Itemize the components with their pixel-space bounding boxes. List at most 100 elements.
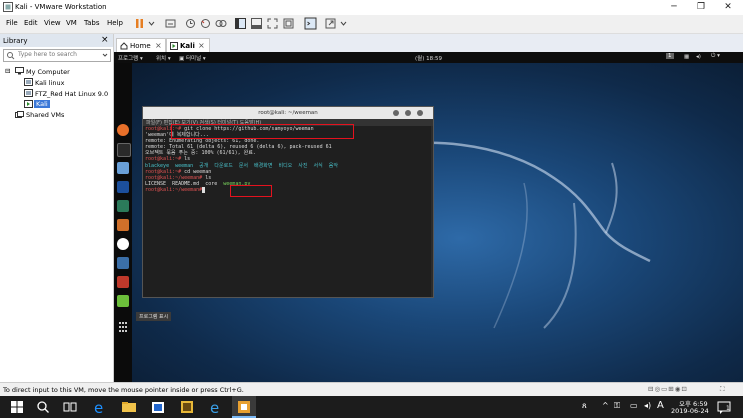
menu-edit[interactable]: Edit xyxy=(24,19,38,27)
library-search xyxy=(3,49,111,62)
tree-item-kali-linux[interactable]: Kali linux xyxy=(35,79,65,87)
snapshot-icon[interactable] xyxy=(184,17,197,30)
metasploit-icon[interactable] xyxy=(117,181,129,193)
close-window-button[interactable]: ✕ xyxy=(717,1,739,14)
svg-text:e: e xyxy=(94,399,103,415)
vmware-icon xyxy=(238,401,250,413)
status-bar: To direct input to this VM, move the mou… xyxy=(0,382,743,397)
terminal-close-button[interactable] xyxy=(417,110,423,116)
vm-running-icon xyxy=(24,100,33,108)
armitage-icon[interactable] xyxy=(117,200,129,212)
thumbnail-view-icon[interactable] xyxy=(250,17,263,30)
volume-tray-icon[interactable]: ◂) xyxy=(644,401,651,410)
minimize-button[interactable]: ─ xyxy=(663,1,685,14)
menu-tabs[interactable]: Tabs xyxy=(84,19,100,27)
computer-icon xyxy=(15,67,24,75)
close-tab-kali-button[interactable]: × xyxy=(198,41,205,50)
beef-icon[interactable] xyxy=(117,238,129,250)
svg-text:e: e xyxy=(210,399,219,415)
menu-vm[interactable]: VM xyxy=(66,19,77,27)
terminal-maximize-button[interactable] xyxy=(405,110,411,116)
stretch-icon[interactable] xyxy=(324,17,337,30)
volume-icon[interactable]: ◂) xyxy=(696,54,701,60)
onedrive-icon[interactable]: ▭ xyxy=(630,401,638,410)
device-icons[interactable]: ⊟◎▭⊞◉⊡ xyxy=(648,385,688,393)
tab-home[interactable]: Home × xyxy=(116,38,166,53)
restore-button[interactable]: ❐ xyxy=(690,1,712,14)
unity-mode-icon[interactable] xyxy=(282,17,295,30)
network-tray-icon[interactable]: ⚿ xyxy=(614,401,620,411)
terminal-minimize-button[interactable] xyxy=(393,110,399,116)
power-icon[interactable]: ⏻ ▾ xyxy=(711,53,720,60)
library-header: Library × xyxy=(0,34,113,47)
library-view-icon[interactable] xyxy=(234,17,247,30)
chevron-down-icon[interactable] xyxy=(145,17,158,30)
terminal-title-bar: root@kali: ~/weeman xyxy=(143,107,433,119)
menu-view[interactable]: View xyxy=(44,19,61,27)
terminal-window[interactable]: root@kali: ~/weeman 파일(F) 편집(E) 보기(V) 검색… xyxy=(142,106,434,298)
taskbar-date[interactable]: 2019-06-24 xyxy=(671,407,709,415)
store-icon[interactable] xyxy=(150,399,166,415)
tree-item-ftz-redhat[interactable]: FTZ_Red Hat Linux 9.0 xyxy=(35,90,108,98)
maltego-icon[interactable] xyxy=(117,257,129,269)
firefox-icon[interactable] xyxy=(117,124,129,136)
tree-item-shared-vms[interactable]: Shared VMs xyxy=(26,111,64,119)
vm-icon xyxy=(24,89,33,97)
terminal-icon[interactable] xyxy=(117,143,131,157)
close-tab-home-button[interactable]: × xyxy=(155,41,162,50)
network-icon[interactable]: ▦ xyxy=(684,54,689,60)
highlight-box-git-clone xyxy=(171,124,354,139)
show-applications-icon[interactable] xyxy=(114,321,132,333)
input-indicator[interactable]: A xyxy=(657,400,664,411)
window-title-bar: Kali - VMware Workstation ─ ❐ ✕ xyxy=(0,0,743,15)
vmware-taskbar-button[interactable] xyxy=(232,396,256,418)
leafpad-icon[interactable] xyxy=(117,295,129,307)
full-screen-icon[interactable] xyxy=(266,17,279,30)
workspace-indicator[interactable]: 1 xyxy=(666,53,674,59)
tree-root-my-computer[interactable]: My Computer xyxy=(26,68,70,76)
terminal-output[interactable]: root@kali:~# git clone https://github.co… xyxy=(143,126,431,297)
close-library-button[interactable]: × xyxy=(101,35,109,45)
library-title: Library xyxy=(3,37,28,45)
gnome-places-menu[interactable]: 위치 ▾ xyxy=(156,54,171,62)
edge-icon[interactable]: e xyxy=(92,399,108,415)
menu-file[interactable]: File xyxy=(6,19,18,27)
task-view-icon[interactable] xyxy=(62,399,78,415)
gnome-applications-menu[interactable]: 프로그램 ▾ xyxy=(118,54,143,62)
tab-strip: Home × Kali × xyxy=(114,34,743,53)
files-icon[interactable] xyxy=(117,162,129,174)
windows-start-icon[interactable] xyxy=(9,399,25,415)
gnome-top-bar: 프로그램 ▾ 위치 ▾ ▣ 터미널 ▾ (월) 18:59 1 ▦ ◂) ⏻ ▾ xyxy=(114,52,743,63)
show-applications-tooltip: 프로그램 표시 xyxy=(136,312,172,321)
fullscreen-status-icon[interactable]: ⛶ xyxy=(720,385,725,394)
gnome-clock[interactable]: (월) 18:59 xyxy=(415,54,442,62)
internet-explorer-icon[interactable]: e xyxy=(208,399,224,415)
window-title: Kali - VMware Workstation xyxy=(15,3,107,11)
search-icon[interactable] xyxy=(35,399,51,415)
terminal-line: root@kali:~/weeman# xyxy=(145,186,431,193)
faraday-icon[interactable] xyxy=(117,276,129,288)
snapshot-manager-icon[interactable] xyxy=(214,17,227,30)
search-icon xyxy=(7,52,15,60)
library-search-input[interactable] xyxy=(18,51,104,58)
revert-snapshot-icon[interactable] xyxy=(199,17,212,30)
tab-home-label: Home xyxy=(130,42,151,50)
console-view-icon[interactable] xyxy=(304,17,317,30)
tree-collapse-toggle[interactable]: ⊟ xyxy=(5,67,10,75)
file-explorer-icon[interactable] xyxy=(121,399,137,415)
tree-item-kali[interactable]: Kali xyxy=(34,100,50,108)
burpsuite-icon[interactable] xyxy=(117,219,129,231)
people-icon[interactable]: ጸ xyxy=(582,401,587,411)
chevron-down-icon[interactable] xyxy=(337,17,350,30)
shared-vms-icon xyxy=(15,111,24,118)
vm-display[interactable]: 프로그램 ▾ 위치 ▾ ▣ 터미널 ▾ (월) 18:59 1 ▦ ◂) ⏻ ▾… xyxy=(114,52,743,382)
menu-help[interactable]: Help xyxy=(107,19,123,27)
send-keys-icon[interactable] xyxy=(164,17,177,30)
notification-button[interactable]: 1 xyxy=(716,399,732,415)
chevron-down-icon[interactable] xyxy=(101,51,109,59)
gnome-terminal-menu[interactable]: ▣ 터미널 ▾ xyxy=(179,54,206,62)
tray-chevron-icon[interactable]: ^ xyxy=(602,401,609,410)
app-icon[interactable] xyxy=(179,399,195,415)
tab-kali[interactable]: Kali × xyxy=(166,38,210,53)
notification-count: 1 xyxy=(726,405,730,412)
